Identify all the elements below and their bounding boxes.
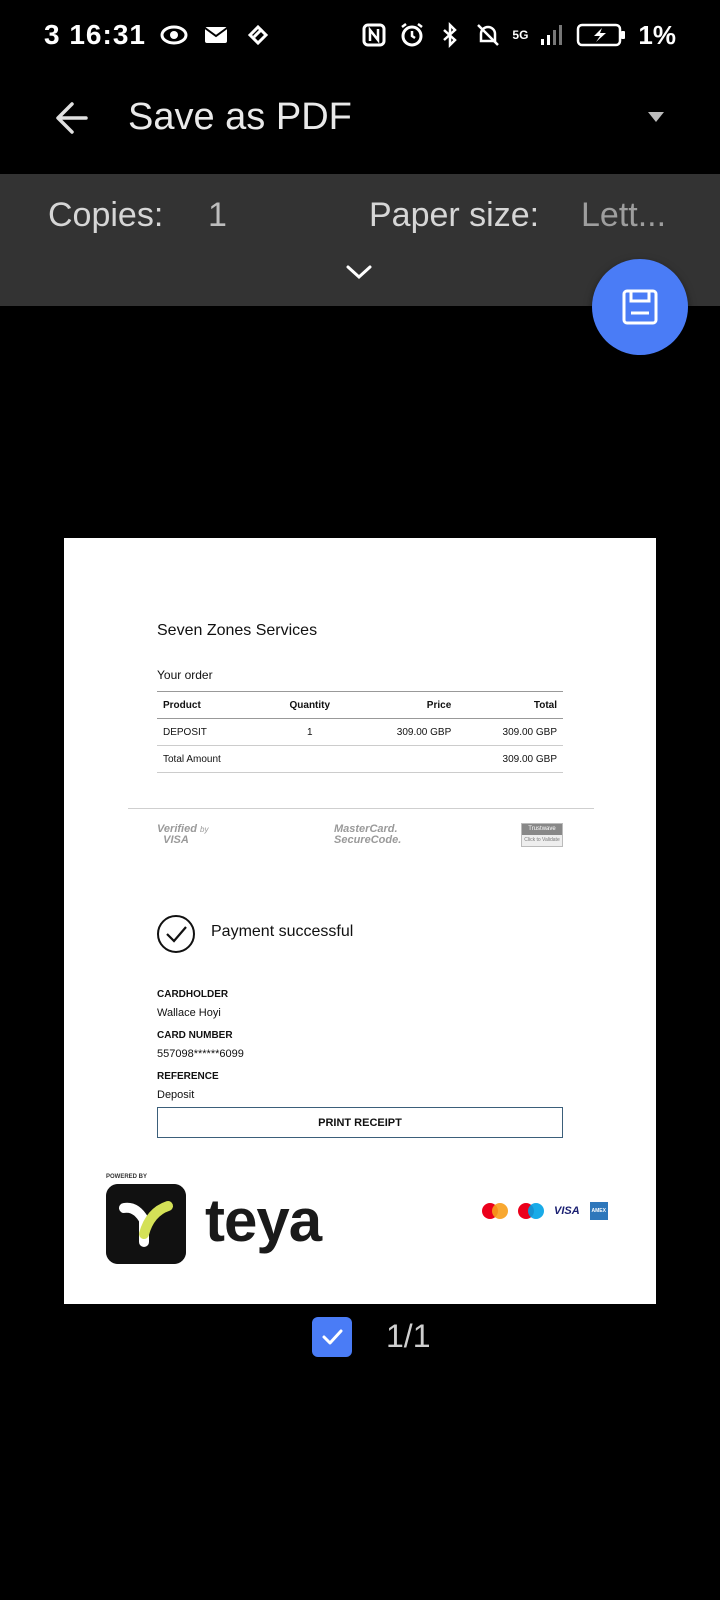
col-price: Price	[351, 691, 458, 719]
table-row: Total Amount 309.00 GBP	[157, 745, 563, 773]
check-icon	[322, 1329, 343, 1345]
amex-logo: AMEX	[589, 1202, 608, 1220]
trustwave-badge[interactable]: Trustwave Click to Validate	[521, 823, 563, 847]
copies-value[interactable]: 1	[208, 196, 227, 235]
signal-icon	[541, 25, 563, 45]
order-table: Product Quantity Price Total DEPOSIT 1 3…	[157, 691, 563, 773]
table-row: DEPOSIT 1 309.00 GBP 309.00 GBP	[157, 718, 563, 746]
reference-label: REFERENCE	[157, 1071, 219, 1082]
mastercard-logo	[482, 1203, 508, 1219]
cell-price: 309.00 GBP	[351, 718, 458, 746]
printer-destination-title[interactable]: Save as PDF	[128, 96, 352, 139]
divider	[128, 808, 594, 809]
verified-by-visa-badge: Verified by VISA	[157, 823, 209, 846]
cell-quantity: 1	[268, 718, 352, 746]
app-icon	[247, 24, 269, 46]
paper-size-value[interactable]: Lett...	[581, 196, 666, 235]
dropdown-arrow-icon[interactable]	[648, 112, 664, 122]
card-number-label: CARD NUMBER	[157, 1030, 233, 1041]
maestro-logo	[518, 1203, 544, 1219]
teya-logo-icon	[106, 1184, 186, 1264]
cell-total: 309.00 GBP	[457, 745, 563, 773]
mastercard-securecode-badge: MasterCard. SecureCode.	[334, 823, 402, 846]
card-number-value: 557098******6099	[157, 1048, 244, 1060]
cell-product: DEPOSIT	[157, 718, 268, 746]
network-type: 5G	[512, 28, 529, 42]
check-circle-icon	[157, 915, 195, 953]
bell-off-icon	[477, 24, 500, 46]
alarm-icon	[401, 23, 424, 47]
nfc-icon	[362, 23, 386, 47]
page-number: 1/1	[386, 1318, 431, 1354]
print-receipt-button[interactable]: PRINT RECEIPT	[157, 1107, 563, 1138]
cell-product: Total Amount	[157, 745, 268, 773]
bluetooth-icon	[443, 21, 458, 49]
save-pdf-button[interactable]	[592, 259, 688, 355]
accepted-cards: VISA AMEX	[482, 1202, 608, 1220]
paper-size-label: Paper size:	[369, 196, 540, 234]
page-select-checkbox[interactable]	[312, 1317, 352, 1357]
col-quantity: Quantity	[268, 691, 352, 719]
col-total: Total	[457, 691, 563, 719]
arrow-back-icon[interactable]	[48, 94, 96, 142]
status-time: 3 16:31	[44, 19, 146, 50]
battery-percent: 1%	[638, 19, 676, 50]
eye-icon	[160, 25, 188, 45]
reference-value: Deposit	[157, 1089, 195, 1101]
battery-charging-icon	[577, 23, 626, 47]
mail-icon	[204, 27, 228, 43]
payment-status-text: Payment successful	[211, 923, 354, 940]
cell-quantity	[268, 745, 352, 773]
table-header-row: Product Quantity Price Total	[157, 691, 563, 719]
cardholder-label: CARDHOLDER	[157, 989, 229, 1000]
cell-price	[351, 745, 458, 773]
teya-wordmark: teya	[205, 1187, 322, 1254]
visa-logo: VISA	[554, 1205, 580, 1217]
chevron-down-icon[interactable]	[344, 260, 374, 284]
cell-total: 309.00 GBP	[457, 718, 563, 746]
merchant-name: Seven Zones Services	[157, 622, 318, 639]
status-bar: 3 16:31 5G 1%	[0, 0, 720, 70]
col-product: Product	[157, 691, 268, 719]
app-bar: Save as PDF	[0, 70, 720, 174]
powered-by-label: POWERED BY	[106, 1174, 148, 1180]
pdf-page-preview[interactable]: Seven Zones Services Your order Product …	[64, 538, 656, 1304]
your-order-heading: Your order	[157, 668, 213, 682]
copies-label: Copies:	[48, 196, 164, 234]
save-icon	[622, 289, 658, 325]
cardholder-value: Wallace Hoyi	[157, 1007, 221, 1019]
